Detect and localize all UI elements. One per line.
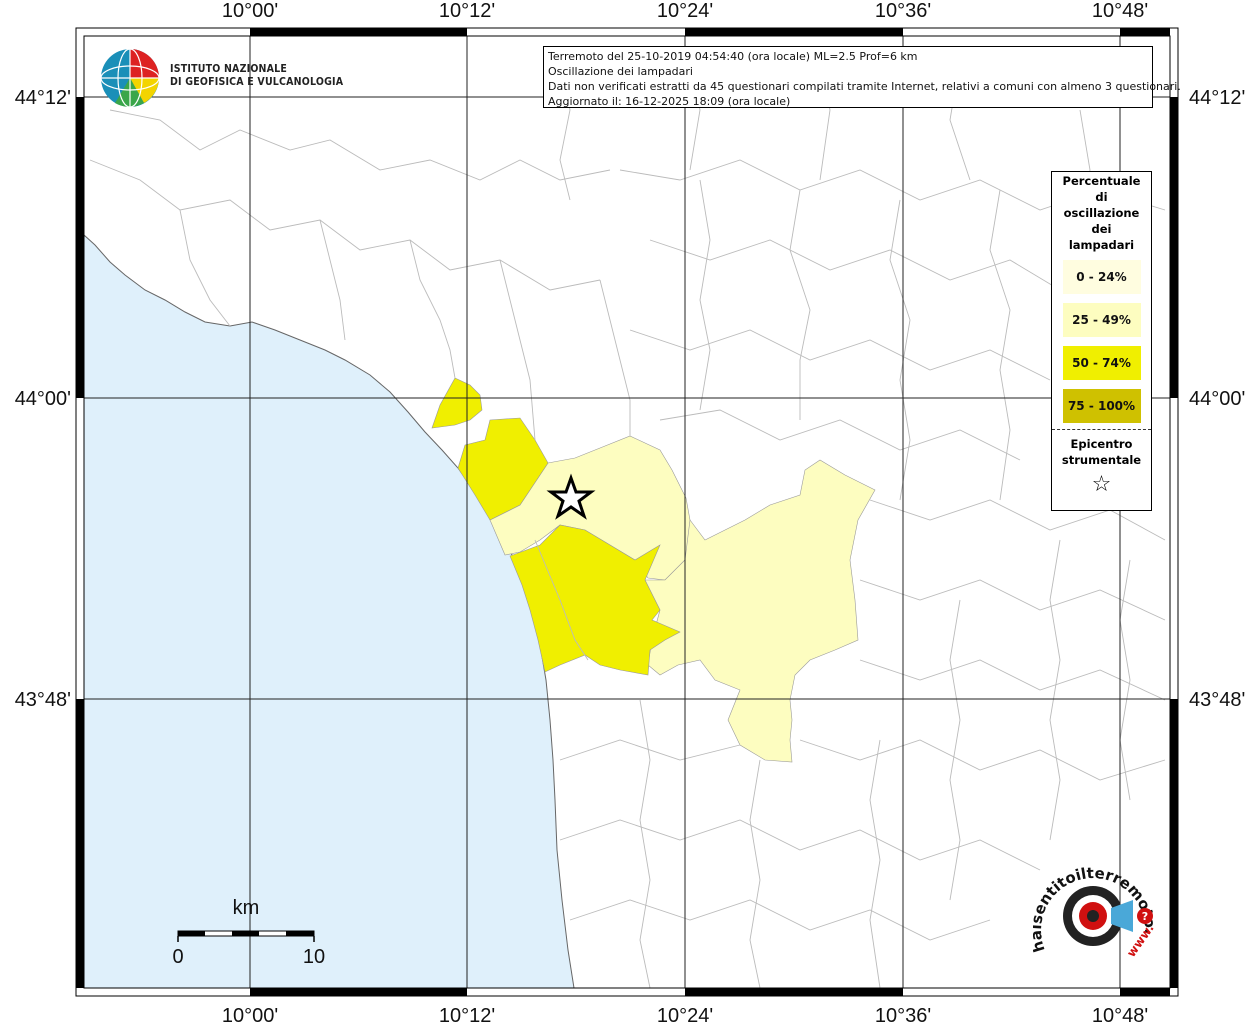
lat-labels-right: 44°12' 44°00' 43°48': [1189, 87, 1245, 711]
legend-title-line: Percentuale: [1062, 174, 1141, 188]
legend-title-line: di: [1095, 190, 1108, 204]
lon-label: 10°48': [1092, 1005, 1148, 1024]
lon-labels-top: 10°00' 10°12' 10°24' 10°36' 10°48': [222, 0, 1148, 22]
subtitle-line: Oscillazione dei lampadari: [548, 65, 693, 78]
legend-title-line: dei: [1091, 222, 1112, 236]
lat-label: 44°00': [15, 388, 71, 410]
lon-label: 10°36': [875, 1005, 931, 1024]
data-note-line: Dati non verificati estratti da 45 quest…: [548, 80, 1181, 93]
institute-name: ISTITUTO NAZIONALE DI GEOFISICA E VULCAN…: [170, 63, 343, 89]
lon-label: 10°00': [222, 1005, 278, 1024]
scale-unit: km: [233, 897, 260, 919]
ingv-globe-icon: [100, 48, 160, 108]
legend-title-line: oscillazione: [1063, 206, 1140, 220]
lon-label: 10°24': [657, 1005, 713, 1024]
lat-label: 43°48': [15, 689, 71, 711]
legend-star-icon: ☆: [1091, 472, 1112, 497]
legend-title: Percentuale di oscillazione dei lampadar…: [1052, 173, 1151, 254]
legend-epicenter-label: Epicentro strumentale: [1052, 436, 1151, 468]
lat-label: 44°12': [1189, 87, 1245, 109]
lat-label: 43°48': [1189, 689, 1245, 711]
scale-min: 0: [172, 946, 183, 968]
legend-item-50-74: 50 - 74%: [1062, 346, 1141, 380]
legend-epicenter-line: strumentale: [1061, 453, 1142, 467]
updated-line: Aggiornato il: 16-12-2025 18:09 (ora loc…: [548, 95, 791, 108]
lon-label: 10°24': [657, 0, 713, 22]
hai-sentito-icon: haisentitoilterremoto.it ? www.: [1027, 844, 1159, 960]
lat-labels-left: 44°12' 44°00' 43°48': [15, 87, 71, 711]
legend-item-75-100: 75 - 100%: [1062, 389, 1141, 423]
scale-max: 10: [303, 946, 325, 968]
lon-label: 10°36': [875, 0, 931, 22]
legend-item-0-24: 0 - 24%: [1062, 260, 1141, 294]
event-info-box: Terremoto del 25-10-2019 04:54:40 (ora l…: [543, 46, 1181, 108]
legend-separator: [1052, 429, 1151, 430]
institute-line1: ISTITUTO NAZIONALE: [170, 63, 288, 75]
event-line: Terremoto del 25-10-2019 04:54:40 (ora l…: [548, 50, 918, 63]
svg-text:?: ?: [1142, 910, 1148, 923]
lon-label: 10°12': [439, 1005, 495, 1024]
legend: Percentuale di oscillazione dei lampadar…: [1051, 171, 1152, 511]
lon-label: 10°48': [1092, 0, 1148, 22]
lon-labels-bottom: 10°00' 10°12' 10°24' 10°36' 10°48': [222, 1005, 1148, 1024]
legend-epicenter-line: Epicentro: [1070, 437, 1133, 451]
hai-sentito-logo: haisentitoilterremoto.it ? www.: [1027, 844, 1163, 978]
legend-item-25-49: 25 - 49%: [1062, 303, 1141, 337]
lon-label: 10°12': [439, 0, 495, 22]
legend-title-line: lampadari: [1068, 238, 1135, 252]
lat-label: 44°12': [15, 87, 71, 109]
lat-label: 44°00': [1189, 388, 1245, 410]
lon-label: 10°00': [222, 0, 278, 22]
institute-line2: DI GEOFISICA E VULCANOLOGIA: [170, 76, 344, 88]
